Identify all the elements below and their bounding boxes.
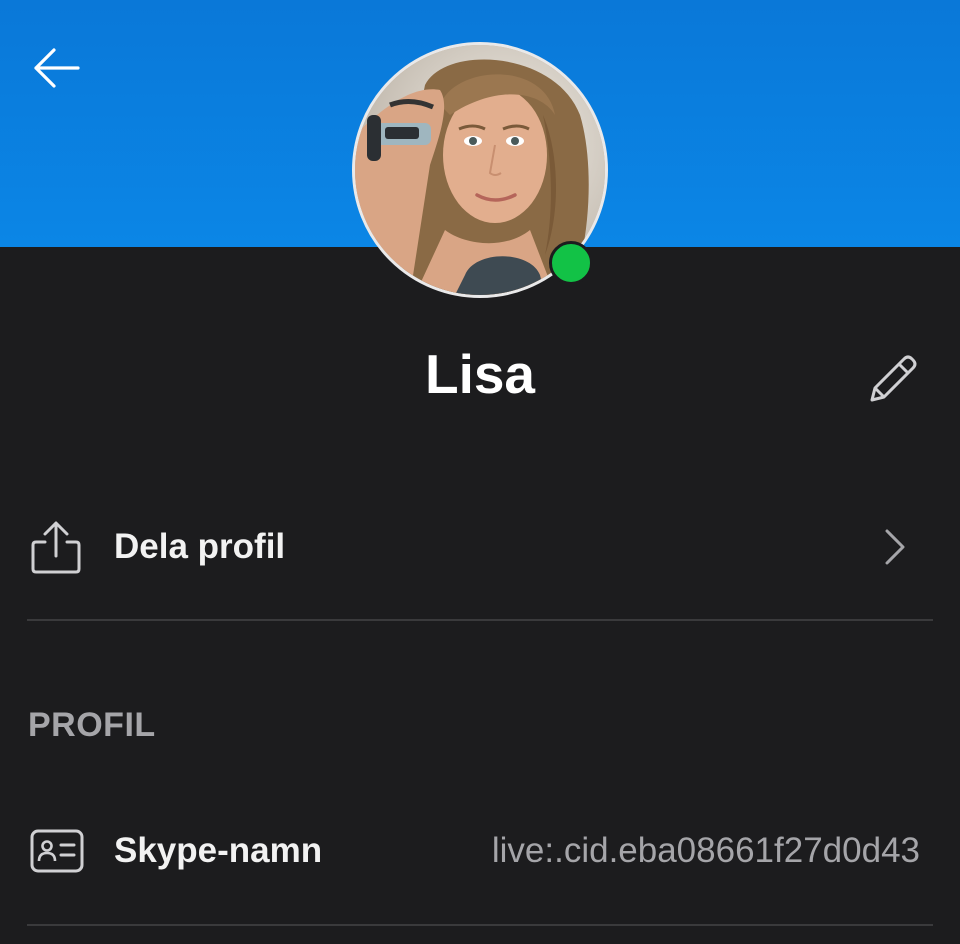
chevron-right-icon xyxy=(885,529,905,565)
pencil-icon xyxy=(870,355,917,402)
share-icon xyxy=(31,521,81,574)
id-card-icon xyxy=(30,829,84,873)
skype-name-label: Skype-namn xyxy=(114,831,323,870)
divider xyxy=(27,924,933,926)
share-profile-row[interactable]: Dela profil xyxy=(0,492,960,602)
back-button[interactable] xyxy=(26,40,86,96)
share-profile-label: Dela profil xyxy=(114,527,286,566)
avatar-container xyxy=(352,42,608,298)
profile-name: Lisa xyxy=(424,343,536,405)
section-header-profile: PROFIL xyxy=(28,706,156,744)
skype-name-value: live:.cid.eba08661f27d0d43 xyxy=(491,831,920,870)
divider xyxy=(27,619,933,621)
online-status-indicator xyxy=(549,241,593,285)
profile-screen: Lisa Dela profil PROFIL Skype-namn live:… xyxy=(0,0,960,944)
arrow-left-icon xyxy=(34,48,80,88)
edit-profile-button[interactable] xyxy=(860,348,924,412)
skype-name-row[interactable]: Skype-namn live:.cid.eba08661f27d0d43 xyxy=(0,800,960,904)
